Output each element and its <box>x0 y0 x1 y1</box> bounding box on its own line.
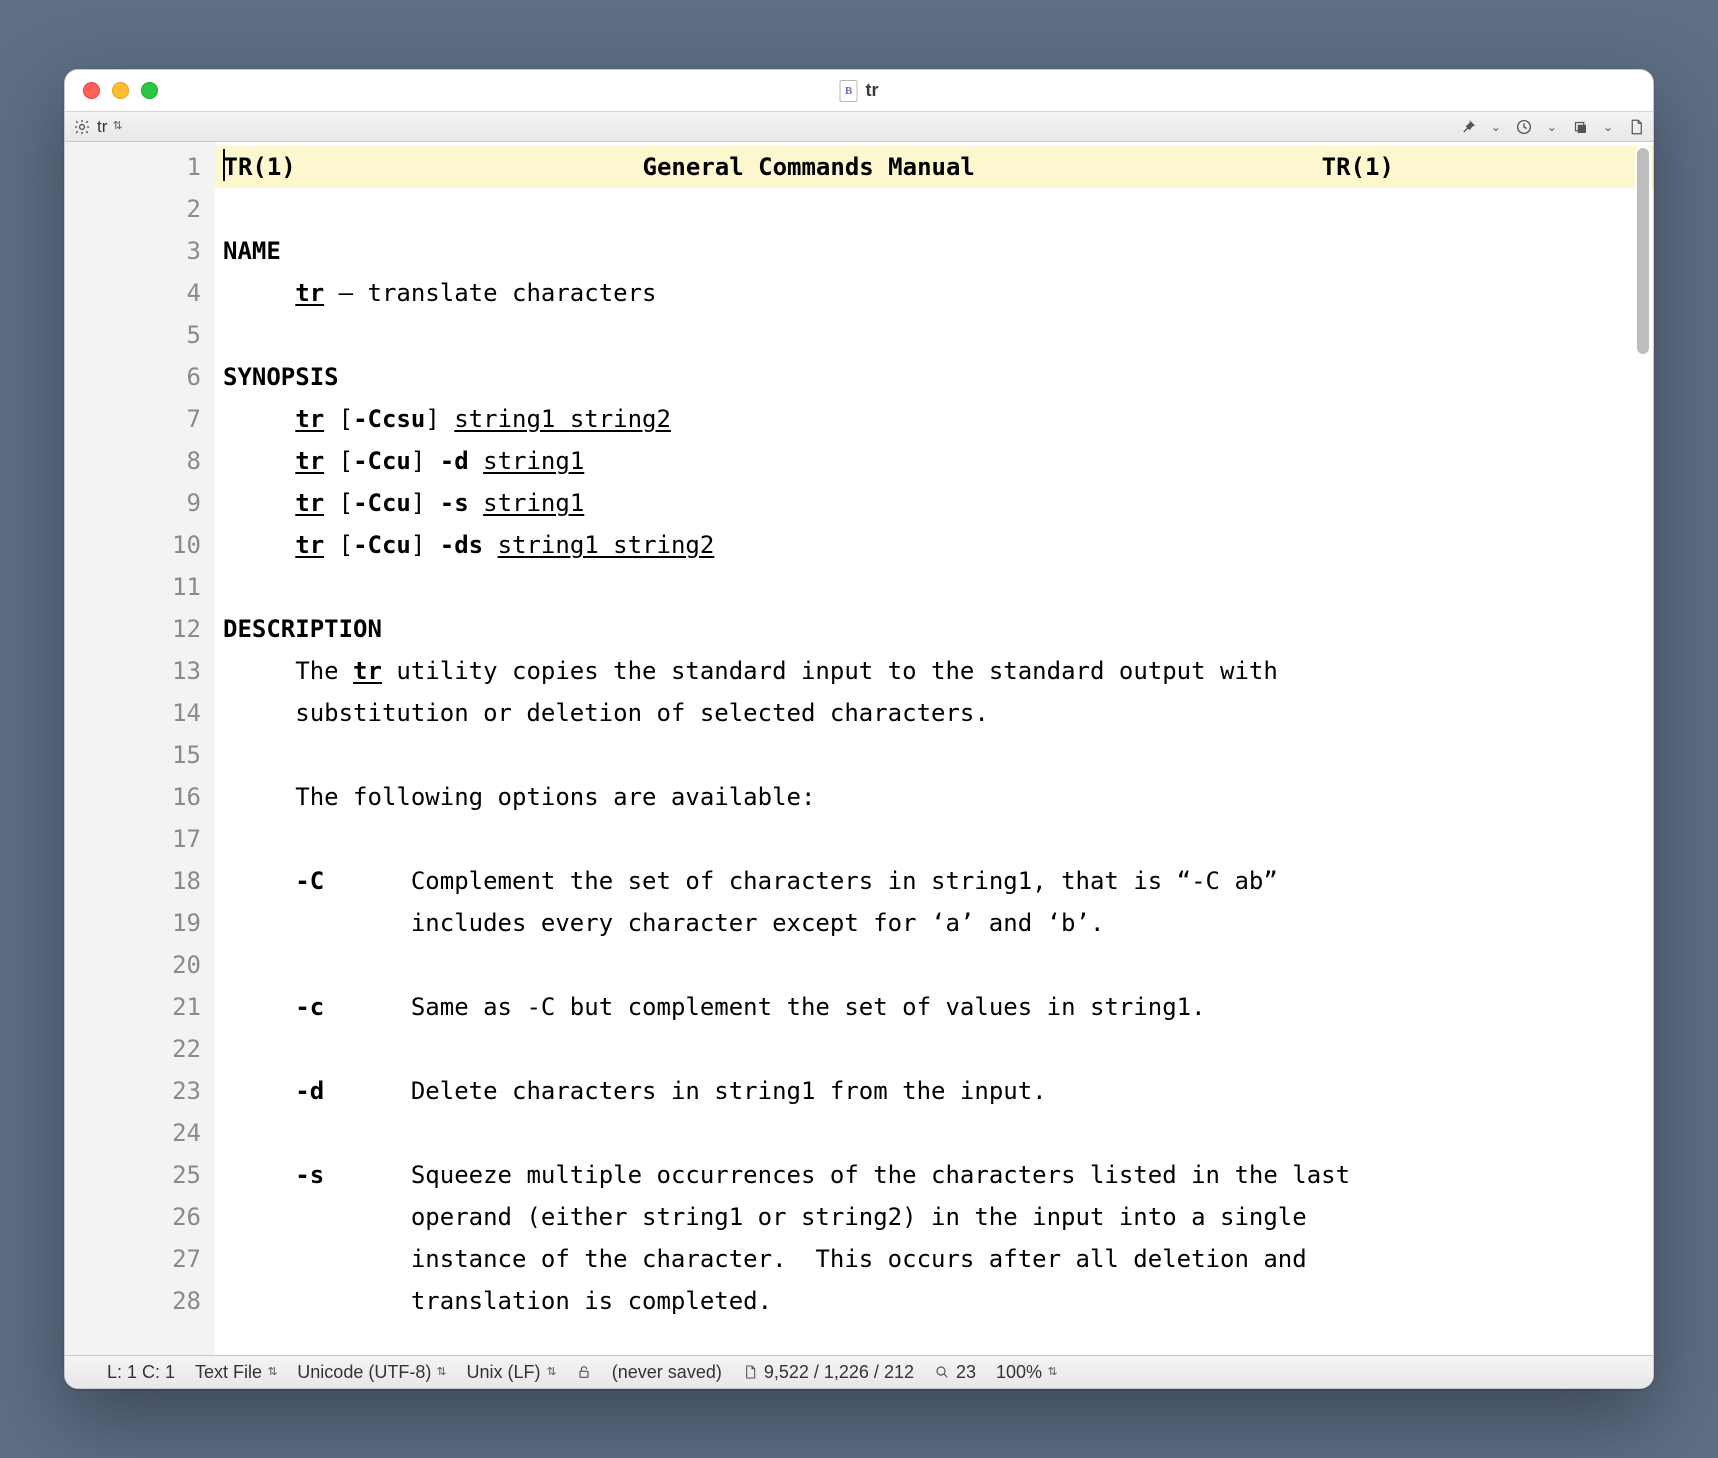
line-number: 10 <box>65 524 215 566</box>
code-line[interactable]: -s Squeeze multiple occurrences of the c… <box>215 1154 1653 1196</box>
document-icon <box>840 80 858 102</box>
window-title[interactable]: tr <box>840 80 879 102</box>
chevron-down-icon[interactable]: ⌄ <box>1603 120 1613 134</box>
gear-icon[interactable] <box>73 118 91 136</box>
code-line[interactable] <box>215 314 1653 356</box>
code-line[interactable]: tr – translate characters <box>215 272 1653 314</box>
document-stats[interactable]: 9,522 / 1,226 / 212 <box>742 1362 914 1383</box>
vertical-scrollbar[interactable] <box>1635 146 1651 356</box>
line-number: 22 <box>65 1028 215 1070</box>
new-document-icon[interactable] <box>1627 118 1645 136</box>
editor-area[interactable]: 1234567891011121314151617181920212223242… <box>65 142 1653 1356</box>
code-line[interactable] <box>215 188 1653 230</box>
line-number: 19 <box>65 902 215 944</box>
code-line[interactable]: instance of the character. This occurs a… <box>215 1238 1653 1280</box>
stack-icon[interactable] <box>1571 118 1589 136</box>
search-count[interactable]: 23 <box>934 1362 976 1383</box>
maximize-button[interactable] <box>141 82 158 99</box>
line-number: 28 <box>65 1280 215 1322</box>
line-number: 27 <box>65 1238 215 1280</box>
save-state: (never saved) <box>612 1362 722 1383</box>
line-number: 26 <box>65 1196 215 1238</box>
toolbar-filename[interactable]: tr <box>97 117 107 137</box>
code-line[interactable]: substitution or deletion of selected cha… <box>215 692 1653 734</box>
line-number: 16 <box>65 776 215 818</box>
code-line[interactable] <box>215 944 1653 986</box>
line-number: 9 <box>65 482 215 524</box>
code-line[interactable]: -C Complement the set of characters in s… <box>215 860 1653 902</box>
cursor-position[interactable]: L: 1 C: 1 <box>107 1362 175 1383</box>
file-dropdown-icon[interactable]: ⇅ <box>113 121 123 132</box>
code-line[interactable]: tr [-Ccu] -ds string1 string2 <box>215 524 1653 566</box>
line-number: 4 <box>65 272 215 314</box>
pin-icon[interactable] <box>1459 118 1477 136</box>
code-line[interactable] <box>215 566 1653 608</box>
line-number: 25 <box>65 1154 215 1196</box>
zoom-selector[interactable]: 100% ⇅ <box>996 1362 1057 1383</box>
code-line[interactable]: The tr utility copies the standard input… <box>215 650 1653 692</box>
line-number: 12 <box>65 608 215 650</box>
text-caret <box>223 149 225 181</box>
code-line[interactable]: The following options are available: <box>215 776 1653 818</box>
code-line[interactable]: TR(1) General Commands Manual TR(1) <box>215 146 1653 188</box>
line-number: 23 <box>65 1070 215 1112</box>
editor-window: tr tr ⇅ ⌄ ⌄ ⌄ <box>64 69 1654 1389</box>
line-number: 15 <box>65 734 215 776</box>
code-line[interactable]: tr [-Ccu] -s string1 <box>215 482 1653 524</box>
minimize-button[interactable] <box>112 82 129 99</box>
code-line[interactable]: SYNOPSIS <box>215 356 1653 398</box>
code-area[interactable]: TR(1) General Commands Manual TR(1) NAME… <box>215 142 1653 1355</box>
updown-icon: ⇅ <box>437 1367 447 1378</box>
code-line[interactable]: -c Same as -C but complement the set of … <box>215 986 1653 1028</box>
line-number: 8 <box>65 440 215 482</box>
code-line[interactable]: NAME <box>215 230 1653 272</box>
statusbar: L: 1 C: 1 Text File ⇅ Unicode (UTF-8) ⇅ … <box>65 1356 1653 1388</box>
code-line[interactable]: translation is completed. <box>215 1280 1653 1322</box>
code-line[interactable]: operand (either string1 or string2) in t… <box>215 1196 1653 1238</box>
code-line[interactable] <box>215 734 1653 776</box>
traffic-lights <box>65 82 158 99</box>
code-line[interactable] <box>215 1028 1653 1070</box>
code-line[interactable]: -d Delete characters in string1 from the… <box>215 1070 1653 1112</box>
code-line[interactable] <box>215 1112 1653 1154</box>
updown-icon: ⇅ <box>546 1367 556 1378</box>
line-number: 17 <box>65 818 215 860</box>
line-number: 1 <box>65 146 215 188</box>
clock-icon[interactable] <box>1515 118 1533 136</box>
lock-icon[interactable] <box>576 1364 592 1380</box>
line-number: 5 <box>65 314 215 356</box>
titlebar: tr <box>65 70 1653 112</box>
line-endings-selector[interactable]: Unix (LF) ⇅ <box>467 1362 556 1383</box>
updown-icon: ⇅ <box>1048 1367 1058 1378</box>
line-number-gutter: 1234567891011121314151617181920212223242… <box>65 142 215 1355</box>
encoding-selector[interactable]: Unicode (UTF-8) ⇅ <box>297 1362 446 1383</box>
syntax-selector[interactable]: Text File ⇅ <box>195 1362 277 1383</box>
updown-icon: ⇅ <box>268 1367 278 1378</box>
line-number: 14 <box>65 692 215 734</box>
line-number: 21 <box>65 986 215 1028</box>
line-number: 20 <box>65 944 215 986</box>
code-line[interactable]: tr [-Ccsu] string1 string2 <box>215 398 1653 440</box>
code-line[interactable]: tr [-Ccu] -d string1 <box>215 440 1653 482</box>
code-line[interactable] <box>215 818 1653 860</box>
line-number: 13 <box>65 650 215 692</box>
line-number: 6 <box>65 356 215 398</box>
toolbar: tr ⇅ ⌄ ⌄ ⌄ <box>65 112 1653 142</box>
chevron-down-icon[interactable]: ⌄ <box>1547 120 1557 134</box>
chevron-down-icon[interactable]: ⌄ <box>1491 120 1501 134</box>
window-title-text: tr <box>866 80 879 101</box>
line-number: 11 <box>65 566 215 608</box>
close-button[interactable] <box>83 82 100 99</box>
code-line[interactable]: DESCRIPTION <box>215 608 1653 650</box>
code-line[interactable]: includes every character except for ‘a’ … <box>215 902 1653 944</box>
line-number: 24 <box>65 1112 215 1154</box>
line-number: 18 <box>65 860 215 902</box>
line-number: 3 <box>65 230 215 272</box>
line-number: 7 <box>65 398 215 440</box>
line-number: 2 <box>65 188 215 230</box>
